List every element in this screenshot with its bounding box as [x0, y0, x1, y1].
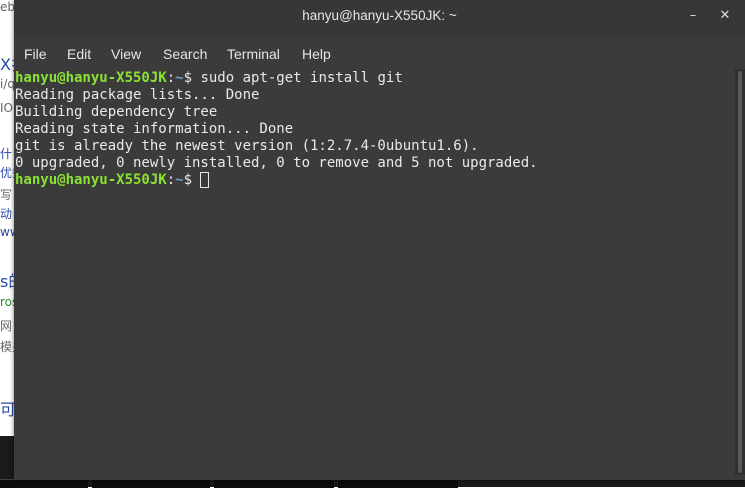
background-text-fragment: 网: [0, 319, 13, 333]
close-icon[interactable]: ✕: [716, 7, 734, 25]
minimize-icon[interactable]: –: [684, 7, 702, 25]
prompt-symbol: $: [183, 70, 201, 86]
current-prompt-line[interactable]: hanyu@hanyu-X550JK:~$: [15, 172, 210, 189]
menu-terminal[interactable]: Terminal: [227, 40, 280, 68]
output-line: Building dependency tree: [15, 104, 218, 120]
window-title: hanyu@hanyu-X550JK: ~: [302, 8, 457, 23]
background-text-fragment: ww: [0, 225, 14, 239]
menu-bar: File Edit View Search Terminal Help: [14, 40, 745, 68]
terminal-window: hanyu@hanyu-X550JK: ~ – ✕ File Edit View…: [14, 0, 745, 480]
menu-edit[interactable]: Edit: [67, 40, 91, 68]
scrollbar-thumb[interactable]: [738, 71, 742, 473]
prompt-symbol: $: [183, 172, 201, 188]
background-text-fragment: eb: [0, 0, 14, 14]
background-text-fragment: s的: [0, 272, 14, 291]
prompt-path: ~: [175, 70, 184, 86]
command-text: sudo apt-get install git: [200, 70, 403, 86]
menu-search[interactable]: Search: [163, 40, 207, 68]
background-text-fragment: ros: [0, 295, 14, 309]
output-line: 0 upgraded, 0 newly installed, 0 to remo…: [15, 155, 538, 171]
text-cursor: [200, 172, 210, 188]
output-line: Reading package lists... Done: [15, 87, 260, 103]
prompt-path: ~: [175, 172, 184, 188]
prompt-user: hanyu@hanyu-X550JK: [15, 70, 167, 86]
command-line: hanyu@hanyu-X550JK:~$ sudo apt-get insta…: [15, 70, 403, 87]
prompt-colon: :: [166, 70, 176, 86]
title-bar[interactable]: hanyu@hanyu-X550JK: ~ – ✕: [14, 0, 745, 36]
background-text-fragment: 什: [0, 147, 13, 161]
background-window-strip: eb X扌 i/qu IO 什 优秀 写 动 ww s的 ros 网 模夬 可 …: [0, 0, 14, 487]
output-line: git is already the newest version (1:2.7…: [15, 138, 479, 154]
background-text-fragment: X扌: [0, 55, 14, 74]
background-text-fragment: 写: [0, 188, 13, 202]
prompt-colon: :: [166, 172, 176, 188]
background-text-fragment: 模夬: [0, 340, 14, 354]
background-text-fragment: 优秀: [0, 166, 14, 180]
menu-view[interactable]: View: [111, 40, 141, 68]
menu-file[interactable]: File: [24, 40, 47, 68]
output-line: Reading state information... Done: [15, 121, 294, 137]
background-text-fragment: 可 扌: [0, 400, 14, 419]
menu-help[interactable]: Help: [302, 40, 331, 68]
terminal-output-area[interactable]: hanyu@hanyu-X550JK:~$ sudo apt-get insta…: [14, 69, 730, 474]
background-text-fragment: i/qu: [0, 77, 14, 91]
background-text-fragment: 动: [0, 207, 13, 221]
vertical-scrollbar[interactable]: [735, 69, 745, 475]
background-text-fragment: IO: [0, 101, 13, 115]
prompt-user: hanyu@hanyu-X550JK: [15, 172, 167, 188]
